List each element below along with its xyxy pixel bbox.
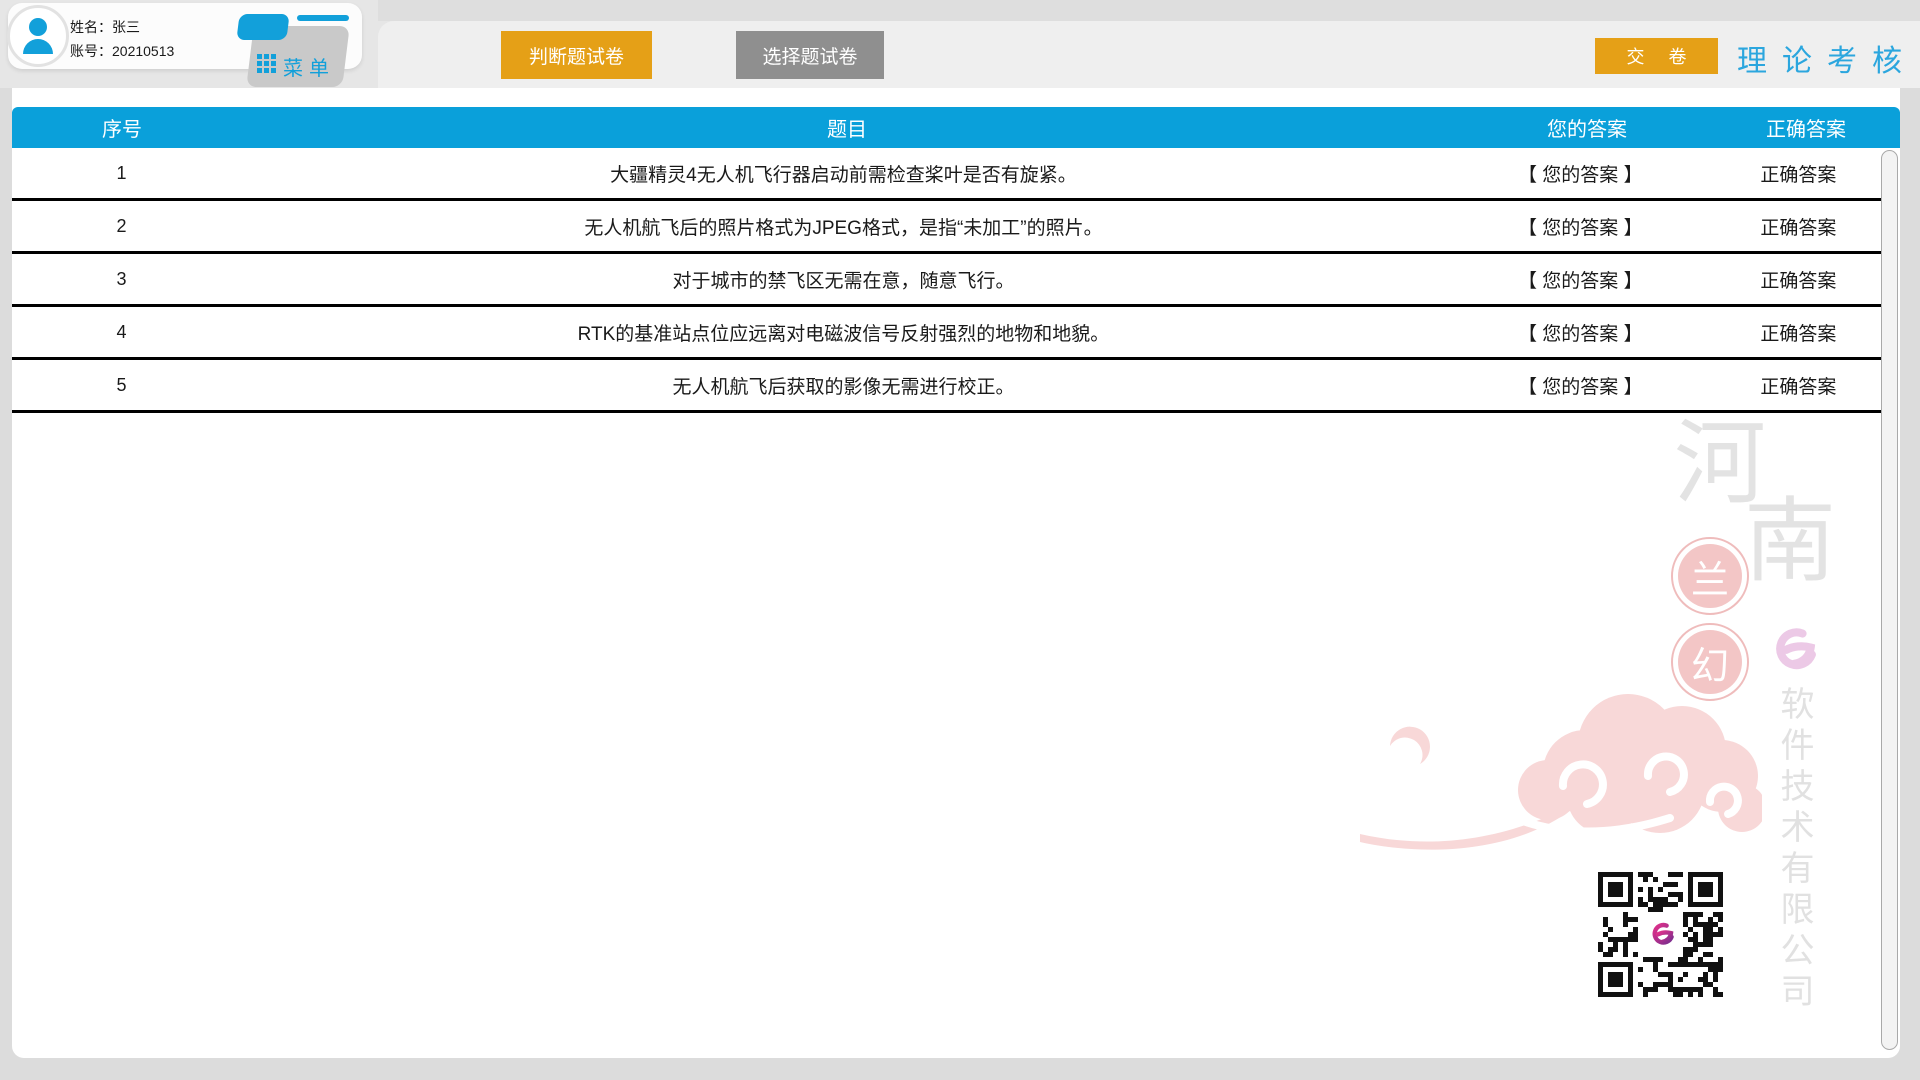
page-title: 理论考核: [1737, 36, 1902, 80]
your-answer-button[interactable]: 【 您的答案 】: [1456, 372, 1705, 399]
exam-page: 姓名：张三 账号：20210513 菜单 判断题试卷 选择题试卷 交卷 理论考核…: [0, 0, 1920, 1080]
watermark-char-nan: 南: [1744, 496, 1836, 588]
your-answer-button[interactable]: 【 您的答案 】: [1456, 266, 1705, 293]
user-account-line: 账号：20210513: [70, 41, 174, 61]
table-row: 3 对于城市的禁飞区无需在意，随意飞行。 【 您的答案 】 正确答案: [12, 254, 1892, 307]
your-answer-button[interactable]: 【 您的答案 】: [1456, 213, 1705, 240]
row-number: 1: [12, 163, 231, 184]
row-question: RTK的基准站点位应远离对电磁波信号反射强烈的地物和地貌。: [231, 319, 1456, 346]
qr-finder: [1688, 872, 1723, 907]
row-number: 3: [12, 269, 231, 290]
header-no: 序号: [12, 113, 232, 142]
header-top-strip: [378, 0, 1920, 21]
table-row: 5 无人机航飞后获取的影像无需进行校正。 【 您的答案 】 正确答案: [12, 360, 1892, 413]
qr-finder: [1598, 872, 1633, 907]
menu-accent-line: [297, 15, 349, 21]
correct-answer-button[interactable]: 正确答案: [1705, 319, 1892, 346]
row-question: 大疆精灵4无人机飞行器启动前需检查桨叶是否有旋紧。: [231, 160, 1456, 187]
judge-paper-button[interactable]: 判断题试卷: [501, 31, 652, 79]
header-question: 题目: [232, 113, 1462, 142]
your-answer-button[interactable]: 【 您的答案 】: [1456, 160, 1705, 187]
your-answer-button[interactable]: 【 您的答案 】: [1456, 319, 1705, 346]
user-account-label: 账号：: [70, 43, 112, 59]
user-name-value: 张三: [112, 19, 140, 35]
correct-answer-button[interactable]: 正确答案: [1705, 266, 1892, 293]
choice-paper-button[interactable]: 选择题试卷: [736, 31, 884, 79]
stamp-lan-char: 兰: [1678, 544, 1742, 608]
row-number: 5: [12, 375, 231, 396]
scrollbar-thumb[interactable]: [1881, 150, 1898, 1050]
submit-paper-label: 交卷: [1627, 43, 1711, 69]
submit-paper-button[interactable]: 交卷: [1595, 38, 1718, 74]
user-account-value: 20210513: [112, 43, 174, 59]
row-question: 无人机航飞后的照片格式为JPEG格式，是指“未加工”的照片。: [231, 213, 1456, 240]
correct-answer-button[interactable]: 正确答案: [1705, 372, 1892, 399]
avatar: [7, 5, 69, 67]
table-header: 序号 题目 您的答案 正确答案: [12, 107, 1900, 148]
correct-answer-button[interactable]: 正确答案: [1705, 160, 1892, 187]
qr-finder: [1598, 962, 1633, 997]
header-bar: 姓名：张三 账号：20210513 菜单 判断题试卷 选择题试卷 交卷 理论考核: [0, 0, 1920, 88]
menu-accent-tab: [236, 14, 289, 40]
content-panel: 河 南 兰 幻 软件技术有限公司: [12, 88, 1900, 1058]
header-correct-answer: 正确答案: [1712, 113, 1900, 142]
cloud-watermark: [1360, 684, 1762, 860]
table-row: 2 无人机航飞后的照片格式为JPEG格式，是指“未加工”的照片。 【 您的答案 …: [12, 201, 1892, 254]
user-name-label: 姓名：: [70, 19, 112, 35]
table-row: 1 大疆精灵4无人机飞行器启动前需检查桨叶是否有旋紧。 【 您的答案 】 正确答…: [12, 148, 1892, 201]
row-question: 对于城市的禁飞区无需在意，随意飞行。: [231, 266, 1456, 293]
row-question: 无人机航飞后获取的影像无需进行校正。: [231, 372, 1456, 399]
watermark-company-name: 软件技术有限公司: [1769, 686, 1818, 1058]
user-icon: [20, 17, 56, 55]
user-name-line: 姓名：张三: [70, 17, 140, 37]
lanhuan-logo-watermark: [1764, 623, 1820, 679]
table-body: 1 大疆精灵4无人机飞行器启动前需检查桨叶是否有旋紧。 【 您的答案 】 正确答…: [12, 148, 1892, 413]
header-your-answer: 您的答案: [1462, 113, 1712, 142]
row-number: 2: [12, 216, 231, 237]
stamp-lan: 兰: [1671, 537, 1749, 615]
table-row: 4 RTK的基准站点位应远离对电磁波信号反射强烈的地物和地貌。 【 您的答案 】…: [12, 307, 1892, 360]
menu-grid-icon[interactable]: [257, 54, 278, 75]
qr-code: [1598, 872, 1723, 997]
qr-logo: [1642, 916, 1679, 953]
menu-button[interactable]: 菜单: [283, 52, 335, 81]
row-number: 4: [12, 322, 231, 343]
correct-answer-button[interactable]: 正确答案: [1705, 213, 1892, 240]
